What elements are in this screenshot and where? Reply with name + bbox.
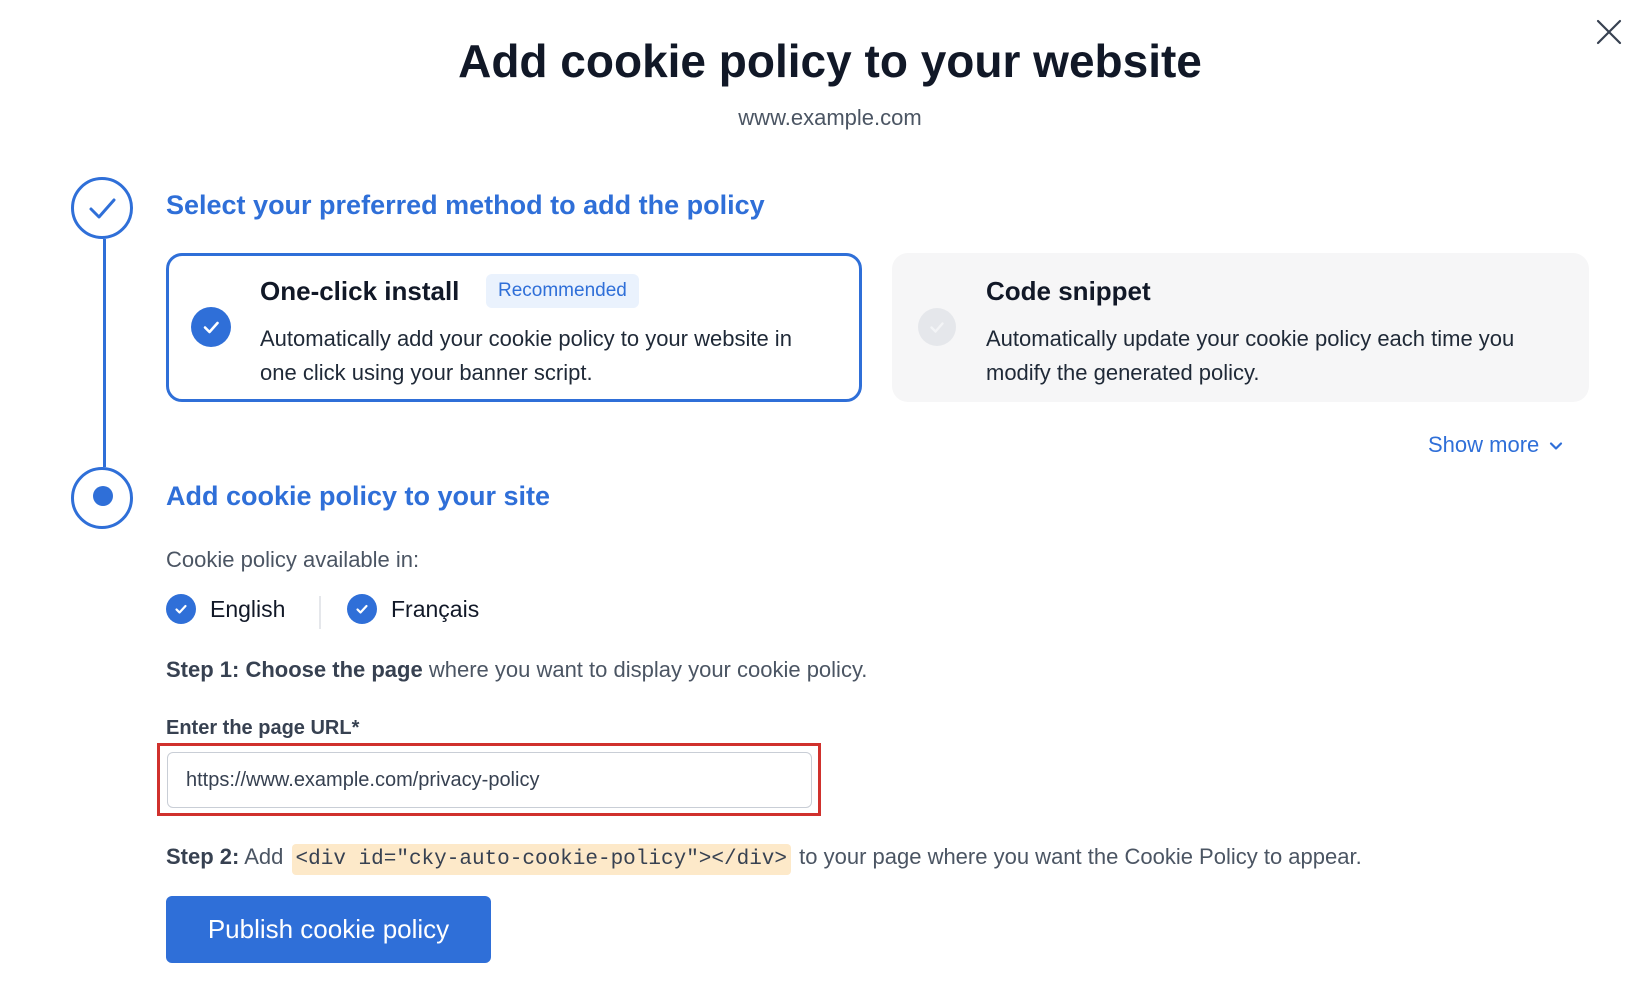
code-snippet-description: Automatically update your cookie policy … bbox=[986, 326, 1515, 385]
embed-code-snippet[interactable]: <div id="cky-auto-cookie-policy"></div> bbox=[291, 844, 792, 875]
step-1-indicator bbox=[71, 177, 133, 239]
step-1-rest: where you want to display your cookie po… bbox=[422, 657, 868, 682]
recommended-badge: Recommended bbox=[486, 274, 639, 308]
page-title: Add cookie policy to your website bbox=[458, 35, 1202, 87]
step-1-heading: Select your preferred method to add the … bbox=[166, 190, 765, 220]
code-snippet-title: Code snippet bbox=[986, 276, 1151, 306]
step-2-instruction: Step 2: Add <div id="cky-auto-cookie-pol… bbox=[166, 844, 1362, 875]
publish-cookie-policy-button[interactable]: Publish cookie policy bbox=[166, 896, 491, 963]
checkbox-checked-icon bbox=[166, 594, 196, 624]
step-2-pre: Add bbox=[239, 844, 284, 869]
page-url-input[interactable] bbox=[167, 752, 812, 808]
dot-icon bbox=[93, 486, 113, 506]
languages-label: Cookie policy available in: bbox=[166, 547, 420, 572]
one-click-install-radio[interactable] bbox=[191, 307, 231, 347]
language-french-label: Français bbox=[391, 596, 480, 623]
one-click-install-title: One-click install bbox=[260, 276, 460, 306]
check-icon bbox=[203, 321, 219, 334]
language-french-checkbox[interactable]: Français bbox=[347, 594, 480, 626]
checkbox-checked-icon bbox=[347, 594, 377, 624]
check-icon bbox=[930, 322, 944, 333]
code-snippet-radio[interactable] bbox=[918, 308, 956, 346]
website-domain: www.example.com bbox=[738, 105, 922, 130]
step-2-post: to your page where you want the Cookie P… bbox=[799, 844, 1362, 869]
check-icon bbox=[89, 198, 116, 219]
step-1-instruction: Step 1: Choose the page where you want t… bbox=[166, 657, 867, 683]
language-english-label: English bbox=[210, 596, 286, 623]
show-more-label: Show more bbox=[1428, 432, 1540, 457]
step-2-heading: Add cookie policy to your site bbox=[166, 481, 551, 511]
language-divider bbox=[319, 596, 321, 629]
chevron-down-icon bbox=[1550, 442, 1563, 450]
step-1-bold: Step 1: Choose the page bbox=[166, 657, 423, 682]
url-field-label: Enter the page URL* bbox=[166, 717, 360, 739]
one-click-install-description: Automatically add your cookie policy to … bbox=[260, 326, 792, 385]
stepper-connector bbox=[103, 239, 106, 467]
step-2-bold: Step 2: bbox=[166, 844, 240, 869]
show-more-link[interactable]: Show more bbox=[1428, 432, 1565, 458]
language-english-checkbox[interactable]: English bbox=[166, 594, 286, 626]
